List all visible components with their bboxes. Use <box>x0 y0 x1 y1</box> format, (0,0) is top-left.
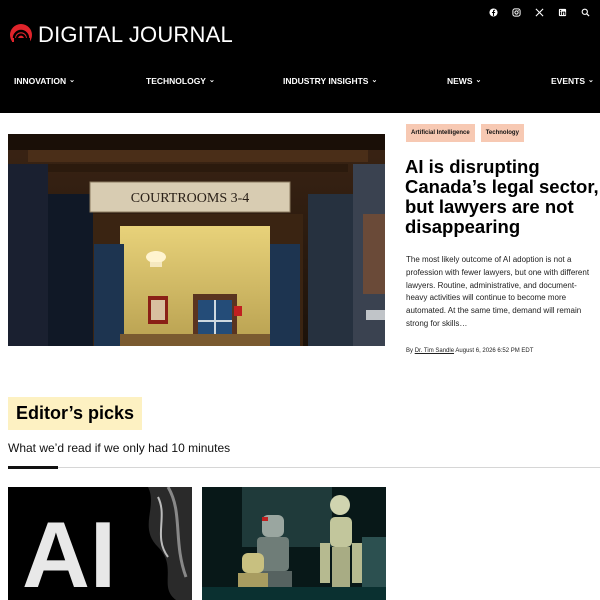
section-divider-accent <box>8 466 58 469</box>
nav-item-technology[interactable]: TECHNOLOGY ⌄ <box>146 76 215 86</box>
nav-item-label: TECHNOLOGY <box>146 76 206 86</box>
section-subtitle: What we’d read if we only had 10 minutes <box>8 441 231 455</box>
nav-item-innovation[interactable]: INNOVATION ⌄ <box>14 76 75 86</box>
logo-text: DIGITAL JOURNAL <box>38 22 233 47</box>
nav-item-industry-insights[interactable]: INDUSTRY INSIGHTS ⌄ <box>283 76 377 86</box>
chevron-down-icon: ⌄ <box>208 77 215 84</box>
pick-card-image-ai[interactable]: AI <box>8 487 192 600</box>
pick-card-image-robots[interactable] <box>202 487 386 600</box>
chevron-down-icon: ⌄ <box>69 77 75 84</box>
tag-artificial-intelligence[interactable]: Artificial Intelligence <box>406 124 475 142</box>
nav-item-events[interactable]: EVENTS ⌄ <box>551 76 594 86</box>
nav-item-label: NEWS <box>447 76 473 86</box>
nav-item-news[interactable]: NEWS ⌄ <box>447 76 481 86</box>
nav-item-label: INNOVATION <box>14 76 67 86</box>
hero-image[interactable]: COURTROOMS 3-4 <box>8 134 385 346</box>
instagram-icon[interactable] <box>510 6 523 19</box>
chevron-down-icon: ⌄ <box>475 77 482 84</box>
facebook-icon[interactable] <box>487 6 500 19</box>
search-icon[interactable] <box>579 6 592 19</box>
section-title-editors-picks: Editor’s picks <box>8 397 143 430</box>
article-summary: The most likely outcome of AI adoption i… <box>406 255 590 328</box>
chevron-down-icon: ⌄ <box>588 77 594 84</box>
byline-prefix: By <box>406 348 414 354</box>
logo-mark-icon <box>10 24 32 46</box>
nav-item-label: EVENTS <box>551 76 586 86</box>
tag-technology[interactable]: Technology <box>480 124 524 142</box>
main-nav: INNOVATION ⌄ TECHNOLOGY ⌄ INDUSTRY INSIG… <box>0 76 600 92</box>
social-links <box>487 6 592 19</box>
linkedin-icon[interactable] <box>556 6 569 19</box>
courtroom-sign-text: COURTROOMS 3-4 <box>131 191 250 206</box>
article-date: August 6, 2026 6:52 PM EDT <box>455 348 534 354</box>
chevron-down-icon: ⌄ <box>371 77 378 84</box>
site-header: DIGITAL JOURNAL INNOVATION ⌄ TECHNOLOGY … <box>0 0 600 113</box>
ai-image-text: AI <box>22 502 116 600</box>
nav-item-label: INDUSTRY INSIGHTS <box>283 76 369 86</box>
article-headline[interactable]: AI is disrupting Canada’s legal sector, … <box>405 157 600 237</box>
article-byline: By Dr. Tim Sandle August 6, 2026 6:52 PM… <box>406 348 533 354</box>
section-divider <box>8 467 600 468</box>
article-tags: Artificial Intelligence Technology <box>406 124 524 142</box>
author-link[interactable]: Dr. Tim Sandle <box>415 348 454 354</box>
x-icon[interactable] <box>533 6 546 19</box>
site-logo[interactable]: DIGITAL JOURNAL <box>9 22 233 48</box>
